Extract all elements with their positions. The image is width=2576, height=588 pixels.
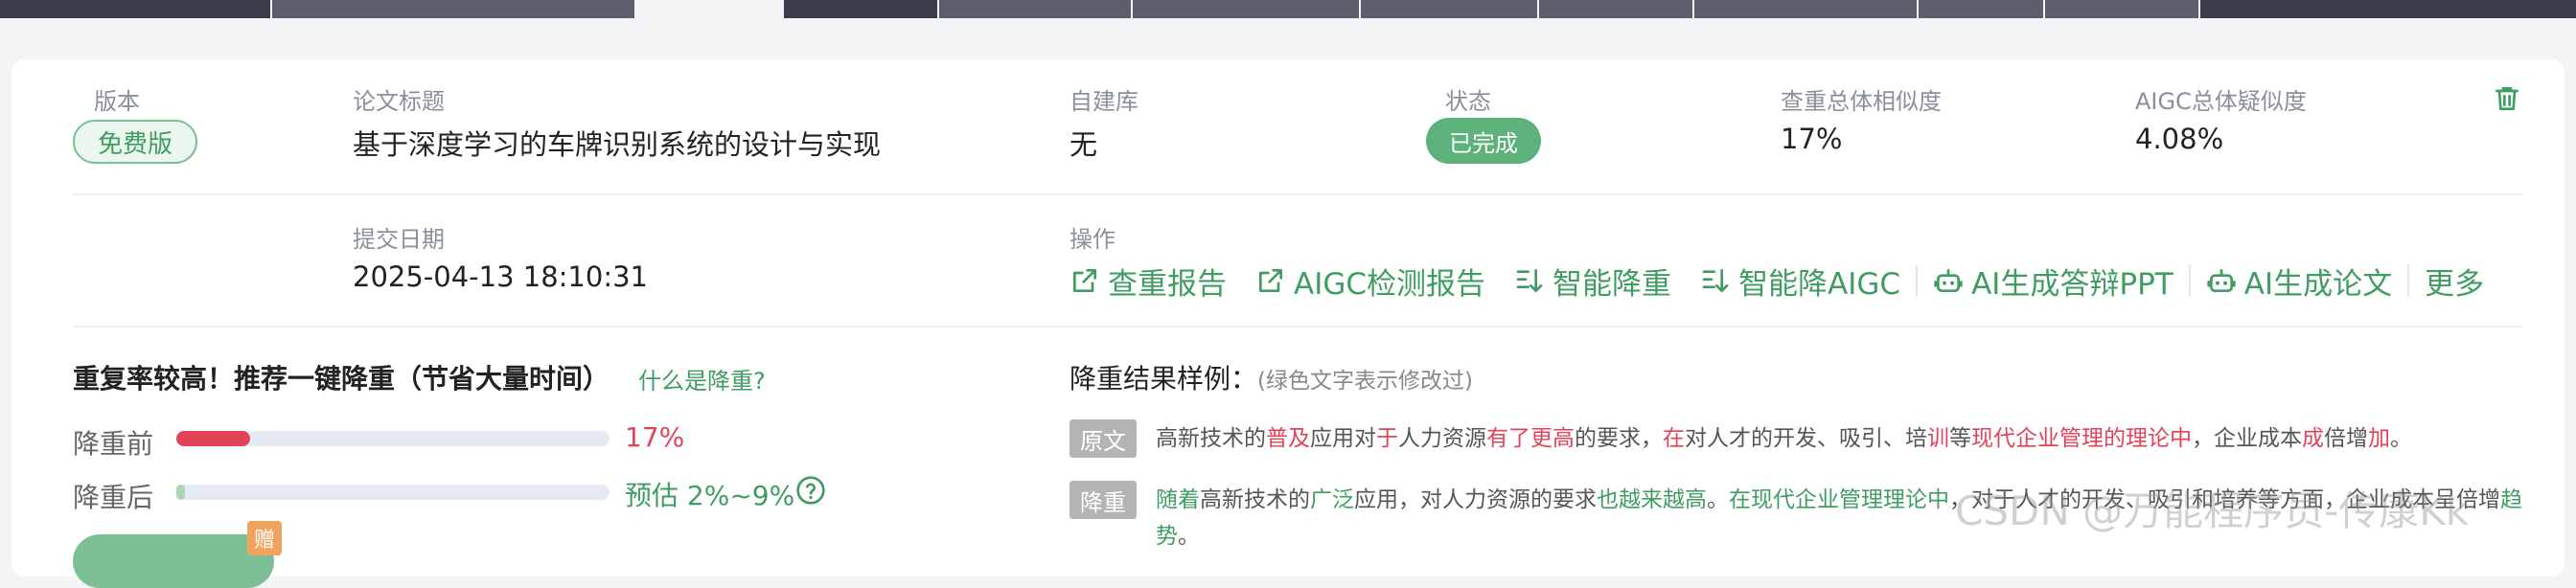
external-link-icon bbox=[1259, 269, 1282, 292]
help-circle-icon[interactable] bbox=[795, 475, 826, 506]
aigc-label: AIGC总体疑似度 bbox=[2135, 88, 2307, 115]
tab-segment bbox=[784, 0, 937, 18]
sort-down-icon bbox=[1516, 269, 1543, 292]
sort-down-icon bbox=[1702, 269, 1729, 292]
op-label: 智能降重 bbox=[1552, 266, 1672, 302]
aigc-value: 4.08% bbox=[2135, 123, 2224, 155]
after-progress-bar bbox=[176, 485, 610, 500]
what-is-reduce-link[interactable]: 什么是降重? bbox=[638, 362, 766, 396]
date-label: 提交日期 bbox=[353, 226, 445, 253]
op-label: AI生成答辩PPT bbox=[1971, 266, 2174, 302]
tab-segment bbox=[2045, 0, 2198, 18]
divider bbox=[73, 326, 2522, 328]
similarity-value: 17% bbox=[1781, 123, 1843, 155]
op-ai-paper[interactable]: AI生成论文 bbox=[2206, 260, 2392, 303]
version-label: 版本 bbox=[94, 88, 140, 115]
ops-label: 操作 bbox=[1070, 226, 1116, 253]
op-label: AI生成论文 bbox=[2243, 266, 2393, 302]
reduce-recommend-title: 重复率较高！推荐一键降重（节省大量时间） bbox=[73, 363, 610, 395]
op-label: 查重报告 bbox=[1108, 266, 1227, 302]
tab-segment bbox=[1919, 0, 2043, 18]
after-value: 预估 2%~9% bbox=[625, 480, 795, 511]
tab-segment bbox=[2200, 0, 2576, 18]
version-badge: 免费版 bbox=[73, 120, 197, 164]
op-smart-reduce[interactable]: 智能降重 bbox=[1514, 260, 1671, 303]
external-link-icon bbox=[1073, 269, 1096, 292]
op-label: AIGC检测报告 bbox=[1294, 266, 1486, 302]
status-label: 状态 bbox=[1445, 88, 1491, 115]
top-tab-strip bbox=[0, 0, 2576, 19]
example-title: 降重结果样例：(绿色文字表示修改过) bbox=[1070, 358, 1473, 396]
separator bbox=[2188, 264, 2191, 297]
gift-badge: 赠 bbox=[247, 521, 282, 555]
op-label: 更多 bbox=[2425, 266, 2485, 302]
tab-segment bbox=[272, 0, 634, 18]
operations-bar: 查重报告 AIGC检测报告 智能降重 智能降AIGC AI生成答辩PPT AI生… bbox=[1070, 257, 2484, 305]
op-more[interactable]: 更多 bbox=[2425, 260, 2484, 303]
tab-segment bbox=[1539, 0, 1692, 18]
before-label: 降重前 bbox=[73, 428, 154, 460]
example-title-text: 降重结果样例： bbox=[1070, 363, 1258, 395]
original-tag: 原文 bbox=[1070, 419, 1137, 458]
status-badge: 已完成 bbox=[1426, 118, 1541, 164]
paper-title: 基于深度学习的车牌识别系统的设计与实现 bbox=[353, 128, 882, 161]
before-progress-bar bbox=[176, 431, 610, 446]
after-progress-fill bbox=[176, 485, 186, 500]
title-label: 论文标题 bbox=[353, 88, 445, 115]
tab-segment bbox=[1694, 0, 1917, 18]
divider bbox=[73, 193, 2522, 195]
trash-icon[interactable] bbox=[2492, 82, 2522, 115]
reduced-tag: 降重 bbox=[1070, 481, 1137, 519]
original-text: 高新技术的普及应用对于人力资源有了更高的要求，在对人才的开发、吸引、培训等现代企… bbox=[1156, 426, 2412, 451]
library-value: 无 bbox=[1070, 128, 1098, 161]
op-smart-reduce-aigc[interactable]: 智能降AIGC bbox=[1700, 260, 1900, 303]
op-aigc-report[interactable]: AIGC检测报告 bbox=[1255, 260, 1485, 303]
tab-segment bbox=[1133, 0, 1359, 18]
separator bbox=[2407, 264, 2410, 297]
op-ai-ppt[interactable]: AI生成答辩PPT bbox=[1933, 260, 2174, 303]
robot-icon bbox=[1934, 269, 1963, 292]
op-label: 智能降AIGC bbox=[1738, 266, 1901, 302]
after-label: 降重后 bbox=[73, 482, 154, 513]
tab-segment bbox=[1361, 0, 1537, 18]
submit-date: 2025-04-13 18:10:31 bbox=[353, 260, 648, 293]
before-value: 17% bbox=[625, 421, 685, 453]
robot-icon bbox=[2207, 269, 2236, 292]
before-progress-fill bbox=[176, 431, 250, 446]
example-hint: (绿色文字表示修改过) bbox=[1257, 369, 1473, 394]
tab-segment bbox=[939, 0, 1131, 18]
one-click-reduce-button[interactable] bbox=[73, 534, 274, 588]
separator bbox=[1916, 264, 1919, 297]
watermark: CSDN @万能程序员-传康Kk bbox=[1955, 487, 2470, 534]
similarity-label: 查重总体相似度 bbox=[1781, 88, 1942, 115]
op-similarity-report[interactable]: 查重报告 bbox=[1070, 260, 1227, 303]
tab-segment bbox=[0, 0, 270, 18]
library-label: 自建库 bbox=[1070, 88, 1138, 115]
